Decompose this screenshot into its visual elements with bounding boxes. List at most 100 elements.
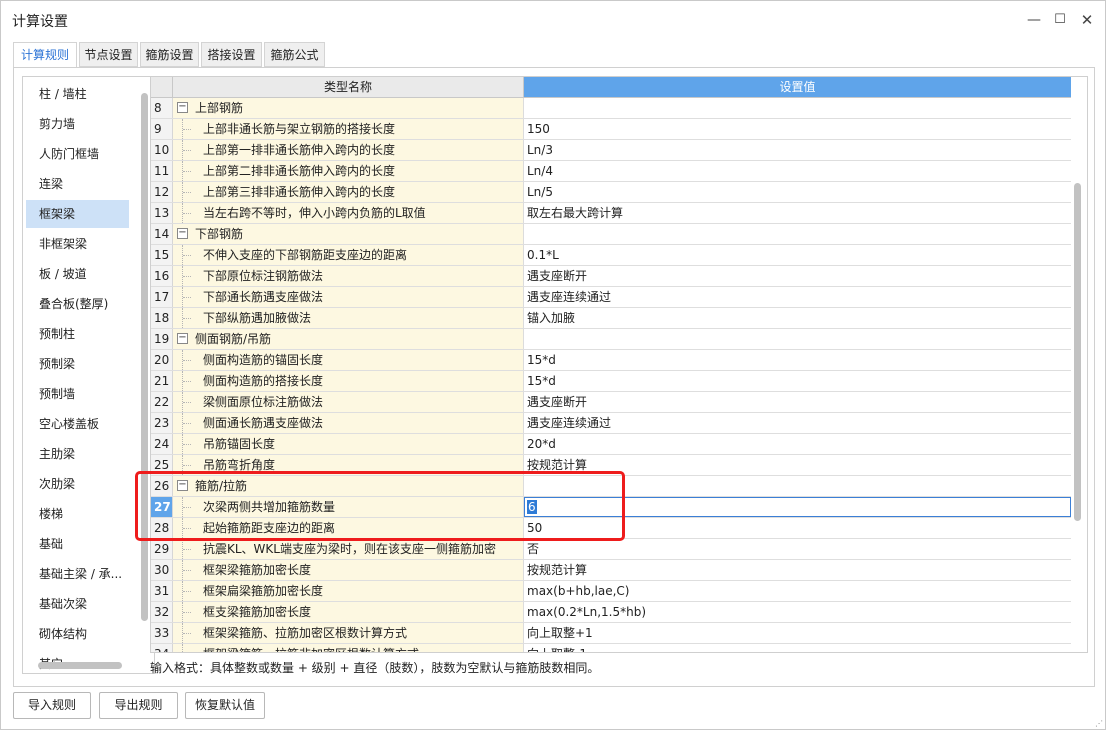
sidebar-item[interactable]: 次肋梁 [26, 470, 129, 498]
value-cell[interactable]: 遇支座断开 [524, 392, 1071, 412]
table-row[interactable]: 16 下部原位标注钢筋做法 遇支座断开 [151, 266, 1071, 287]
value-cell[interactable]: 锚入加腋 [524, 308, 1071, 328]
value-input[interactable]: 6 [524, 497, 1071, 517]
sidebar-item[interactable]: 砌体结构 [26, 620, 129, 648]
setting-name-cell: 梁侧面原位标注筋做法 [173, 392, 524, 412]
table-row[interactable]: 8− 上部钢筋 [151, 98, 1071, 119]
value-cell[interactable]: 遇支座连续通过 [524, 413, 1071, 433]
sidebar-item[interactable]: 预制梁 [26, 350, 129, 378]
value-cell[interactable]: 20*d [524, 434, 1071, 454]
maximize-icon[interactable]: ☐ [1047, 7, 1073, 33]
column-header-value[interactable]: 设置值 [524, 77, 1071, 98]
value-cell[interactable]: 15*d [524, 350, 1071, 370]
value-cell[interactable]: Ln/5 [524, 182, 1071, 202]
sidebar-item[interactable]: 人防门框墙 [26, 140, 129, 168]
value-cell[interactable]: 遇支座连续通过 [524, 287, 1071, 307]
value-cell[interactable]: Ln/3 [524, 140, 1071, 160]
value-cell[interactable]: 150 [524, 119, 1071, 139]
table-row[interactable]: 24 吊筋锚固长度 20*d [151, 434, 1071, 455]
sidebar-item[interactable]: 非框架梁 [26, 230, 129, 258]
row-number: 29 [151, 539, 173, 559]
value-cell[interactable]: 否 [524, 539, 1071, 559]
table-row[interactable]: 19− 侧面钢筋/吊筋 [151, 329, 1071, 350]
sidebar-item[interactable]: 剪力墙 [26, 110, 129, 138]
sidebar-item[interactable]: 预制墙 [26, 380, 129, 408]
close-icon[interactable]: ✕ [1074, 7, 1100, 33]
value-cell[interactable]: max(0.2*Ln,1.5*hb) [524, 602, 1071, 622]
tree-line [183, 255, 191, 256]
value-cell[interactable]: 向上取整+1 [524, 623, 1071, 643]
value-cell[interactable]: 遇支座断开 [524, 266, 1071, 286]
sidebar-item[interactable]: 基础主梁 / 承... [26, 560, 129, 588]
tab-lap-settings[interactable]: 搭接设置 [201, 42, 262, 67]
setting-label: 下部纵筋遇加腋做法 [203, 311, 312, 325]
table-row[interactable]: 17 下部通长筋遇支座做法 遇支座连续通过 [151, 287, 1071, 308]
table-row[interactable]: 15 不伸入支座的下部钢筋距支座边的距离 0.1*L [151, 245, 1071, 266]
selected-value-text[interactable]: 6 [527, 500, 537, 514]
tab-stirrup-settings[interactable]: 箍筋设置 [140, 42, 199, 67]
table-row[interactable]: 28 起始箍筋距支座边的距离 50 [151, 518, 1071, 539]
sidebar-item[interactable]: 预制柱 [26, 320, 129, 348]
import-rules-button[interactable]: 导入规则 [13, 692, 91, 719]
table-row[interactable]: 21 侧面构造筋的搭接长度 15*d [151, 371, 1071, 392]
table-row[interactable]: 30 框架梁箍筋加密长度 按规范计算 [151, 560, 1071, 581]
table-row[interactable]: 29 抗震KL、WKL端支座为梁时，则在该支座一侧箍筋加密 否 [151, 539, 1071, 560]
column-header-name[interactable]: 类型名称 [173, 77, 524, 98]
minimize-icon[interactable]: — [1021, 7, 1047, 33]
value-cell[interactable]: Ln/4 [524, 161, 1071, 181]
sidebar-scrollbar[interactable] [141, 93, 148, 621]
table-row[interactable]: 14− 下部钢筋 [151, 224, 1071, 245]
sidebar-hscrollbar[interactable] [38, 662, 122, 669]
sidebar-item[interactable]: 主肋梁 [26, 440, 129, 468]
tab-calc-rules[interactable]: 计算规则 [13, 42, 77, 68]
table-row[interactable]: 33 框架梁箍筋、拉筋加密区根数计算方式 向上取整+1 [151, 623, 1071, 644]
table-row[interactable]: 32 框支梁箍筋加密长度 max(0.2*Ln,1.5*hb) [151, 602, 1071, 623]
table-row[interactable]: 18 下部纵筋遇加腋做法 锚入加腋 [151, 308, 1071, 329]
table-row[interactable]: 20 侧面构造筋的锚固长度 15*d [151, 350, 1071, 371]
sidebar-item[interactable]: 连梁 [26, 170, 129, 198]
value-cell[interactable]: 按规范计算 [524, 455, 1071, 475]
export-rules-button[interactable]: 导出规则 [99, 692, 178, 719]
table-row[interactable]: 31 框架扁梁箍筋加密长度 max(b+hb,lae,C) [151, 581, 1071, 602]
restore-defaults-button[interactable]: 恢复默认值 [185, 692, 265, 719]
sidebar-item[interactable]: 基础次梁 [26, 590, 129, 618]
value-cell[interactable]: max(b+hb,lae,C) [524, 581, 1071, 601]
table-row[interactable]: 34 框架梁箍筋、拉筋非加密区根数计算方式 向上取整-1 [151, 644, 1071, 652]
collapse-icon[interactable]: − [177, 333, 188, 344]
table-row[interactable]: 11 上部第二排非通长筋伸入跨内的长度 Ln/4 [151, 161, 1071, 182]
value-cell[interactable]: 0.1*L [524, 245, 1071, 265]
sidebar-item[interactable]: 楼梯 [26, 500, 129, 528]
value-cell[interactable]: 取左右最大跨计算 [524, 203, 1071, 223]
collapse-icon[interactable]: − [177, 102, 188, 113]
value-cell[interactable]: 15*d [524, 371, 1071, 391]
collapse-icon[interactable]: − [177, 228, 188, 239]
table-row[interactable]: 12 上部第三排非通长筋伸入跨内的长度 Ln/5 [151, 182, 1071, 203]
tab-node-settings[interactable]: 节点设置 [79, 42, 138, 67]
value-cell[interactable]: 向上取整-1 [524, 644, 1071, 652]
table-row[interactable]: 25 吊筋弯折角度 按规范计算 [151, 455, 1071, 476]
row-number: 19 [151, 329, 173, 349]
resize-grip-icon[interactable]: ⋰ [1095, 719, 1104, 728]
value-cell[interactable]: 50 [524, 518, 1071, 538]
table-row[interactable]: 10 上部第一排非通长筋伸入跨内的长度 Ln/3 [151, 140, 1071, 161]
table-row[interactable]: 13 当左右跨不等时，伸入小跨内负筋的L取值 取左右最大跨计算 [151, 203, 1071, 224]
table-row[interactable]: 9 上部非通长筋与架立钢筋的搭接长度 150 [151, 119, 1071, 140]
tree-line [183, 633, 191, 634]
sidebar-item[interactable]: 叠合板(整厚) [26, 290, 129, 318]
table-row[interactable]: 23 侧面通长筋遇支座做法 遇支座连续通过 [151, 413, 1071, 434]
row-number: 30 [151, 560, 173, 580]
tree-line [182, 644, 183, 652]
value-cell[interactable]: 按规范计算 [524, 560, 1071, 580]
sidebar-item[interactable]: 框架梁 [26, 200, 129, 228]
sidebar-item[interactable]: 板 / 坡道 [26, 260, 129, 288]
grid-scrollbar[interactable] [1074, 183, 1081, 521]
row-number: 31 [151, 581, 173, 601]
table-row[interactable]: 22 梁侧面原位标注筋做法 遇支座断开 [151, 392, 1071, 413]
sidebar-item[interactable]: 柱 / 墙柱 [26, 80, 129, 108]
sidebar-item[interactable]: 空心楼盖板 [26, 410, 129, 438]
sidebar-item[interactable]: 基础 [26, 530, 129, 558]
table-row[interactable]: 27 次梁两侧共增加箍筋数量 6 [151, 497, 1071, 518]
collapse-icon[interactable]: − [177, 480, 188, 491]
tab-stirrup-formula[interactable]: 箍筋公式 [264, 42, 325, 67]
table-row[interactable]: 26− 箍筋/拉筋 [151, 476, 1071, 497]
